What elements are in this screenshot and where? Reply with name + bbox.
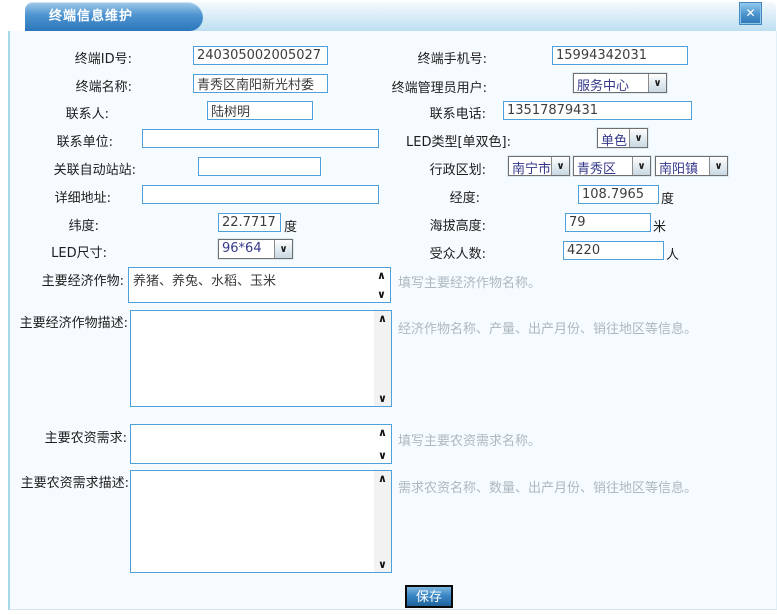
longitude-input[interactable]: [578, 185, 659, 204]
terminal-id-label: 终端ID号:: [75, 48, 132, 67]
terminal-id-input[interactable]: [193, 46, 328, 65]
terminal-admin-selected-value: 服务中心: [574, 74, 648, 92]
textarea-scrollbar[interactable]: ∧ ∨: [374, 471, 391, 572]
terminal-name-label: 终端名称:: [76, 76, 132, 95]
terminal-admin-label: 终端管理员用户:: [392, 77, 487, 96]
latitude-unit: 度: [284, 216, 297, 235]
main-crops-desc-textarea-wrap: ∧ ∨: [130, 310, 392, 407]
terminal-name-input[interactable]: [193, 74, 328, 93]
agri-needs-label: 主要农资需求:: [45, 427, 127, 446]
district-town-select[interactable]: 南阳镇 ∨: [655, 156, 728, 176]
terminal-admin-select[interactable]: 服务中心 ∨: [573, 73, 667, 93]
contact-person-label: 联系人:: [66, 103, 109, 122]
led-type-selected-value: 单色: [598, 129, 629, 147]
contact-phone-input[interactable]: [503, 101, 692, 120]
main-crops-desc-textarea[interactable]: [131, 311, 391, 406]
led-type-select[interactable]: 单色 ∨: [597, 128, 648, 148]
audience-unit: 人: [666, 244, 679, 263]
dialog-title: 终端信息维护: [25, 2, 203, 31]
address-input[interactable]: [142, 185, 379, 204]
chevron-up-icon[interactable]: ∧: [377, 270, 386, 281]
district-label: 行政区划:: [430, 159, 486, 178]
chevron-up-icon[interactable]: ∧: [378, 313, 387, 324]
terminal-info-dialog: 终端信息维护 ✕ 终端ID号: 终端手机号: 终端名称: 终端管理员用户: 服务…: [0, 0, 777, 615]
district-county-select[interactable]: 青秀区 ∨: [573, 156, 651, 176]
chevron-down-icon[interactable]: ∨: [378, 393, 387, 404]
latitude-input[interactable]: [218, 213, 281, 232]
auto-station-label: 关联自动站站:: [54, 159, 136, 178]
chevron-up-icon[interactable]: ∧: [378, 427, 387, 438]
led-size-selected-value: 96*64: [219, 240, 274, 258]
altitude-label: 海拔高度:: [430, 215, 486, 234]
main-crops-textarea[interactable]: 养猪、养兔、水稻、玉米: [129, 268, 390, 302]
district-county-selected-value: 青秀区: [574, 157, 632, 175]
chevron-down-icon[interactable]: ∨: [377, 289, 386, 300]
altitude-input[interactable]: [565, 213, 651, 232]
audience-input[interactable]: [563, 241, 664, 260]
agri-needs-desc-label: 主要农资需求描述:: [21, 472, 129, 491]
terminal-phone-label: 终端手机号:: [418, 48, 487, 67]
contact-person-input[interactable]: [207, 101, 313, 120]
chevron-down-icon[interactable]: ∨: [648, 74, 666, 92]
chevron-down-icon[interactable]: ∨: [709, 157, 727, 175]
main-crops-desc-label: 主要经济作物描述:: [20, 312, 128, 331]
district-town-selected-value: 南阳镇: [656, 157, 709, 175]
save-button[interactable]: 保存: [405, 585, 453, 608]
main-crops-label: 主要经济作物:: [42, 270, 124, 289]
district-city-selected-value: 南宁市: [509, 157, 551, 175]
agri-needs-desc-hint: 需求农资名称、数量、出产月份、销往地区等信息。: [398, 477, 697, 496]
textarea-scrollbar[interactable]: ∧ ∨: [374, 311, 391, 406]
chevron-down-icon[interactable]: ∨: [632, 157, 650, 175]
led-type-label: LED类型[单双色]:: [406, 131, 511, 150]
longitude-label: 经度:: [450, 187, 480, 206]
main-crops-hint: 填写主要经济作物名称。: [398, 272, 541, 291]
chevron-down-icon[interactable]: ∨: [378, 559, 387, 570]
latitude-label: 纬度:: [69, 215, 99, 234]
contact-phone-label: 联系电话:: [430, 103, 486, 122]
audience-label: 受众人数:: [430, 243, 486, 262]
agri-needs-textarea-wrap: ∧ ∨: [130, 424, 392, 464]
agri-needs-desc-textarea[interactable]: [131, 471, 391, 572]
led-size-label: LED尺寸:: [51, 242, 107, 261]
textarea-scrollbar[interactable]: ∧ ∨: [373, 268, 390, 302]
terminal-phone-input[interactable]: [552, 46, 688, 65]
address-label: 详细地址:: [55, 187, 111, 206]
longitude-unit: 度: [661, 188, 674, 207]
district-city-select[interactable]: 南宁市 ∨: [508, 156, 570, 176]
chevron-down-icon[interactable]: ∨: [629, 129, 647, 147]
close-icon[interactable]: ✕: [740, 3, 761, 24]
agri-needs-desc-textarea-wrap: ∧ ∨: [130, 470, 392, 573]
contact-unit-label: 联系单位:: [57, 131, 113, 150]
agri-needs-hint: 填写主要农资需求名称。: [398, 430, 541, 449]
contact-unit-input[interactable]: [142, 129, 379, 148]
main-crops-textarea-wrap: 养猪、养兔、水稻、玉米 ∧ ∨: [128, 267, 391, 303]
altitude-unit: 米: [653, 216, 666, 235]
chevron-down-icon[interactable]: ∨: [378, 450, 387, 461]
chevron-down-icon[interactable]: ∨: [274, 240, 292, 258]
main-crops-desc-hint: 经济作物名称、产量、出产月份、销往地区等信息。: [398, 318, 697, 337]
agri-needs-textarea[interactable]: [131, 425, 391, 463]
chevron-down-icon[interactable]: ∨: [551, 157, 569, 175]
led-size-select[interactable]: 96*64 ∨: [218, 239, 293, 259]
auto-station-input[interactable]: [198, 157, 321, 176]
textarea-scrollbar[interactable]: ∧ ∨: [374, 425, 391, 463]
chevron-up-icon[interactable]: ∧: [378, 473, 387, 484]
